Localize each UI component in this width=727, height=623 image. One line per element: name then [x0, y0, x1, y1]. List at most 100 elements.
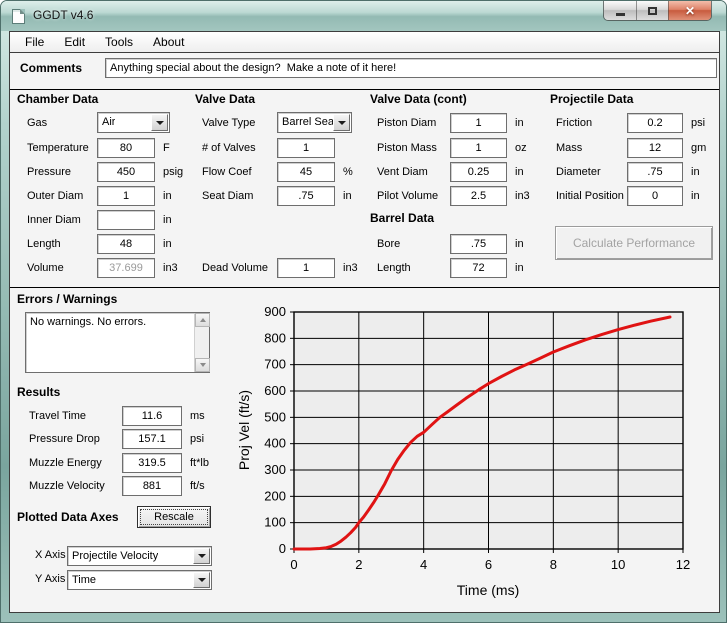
piston-mass-field[interactable]	[450, 138, 507, 158]
flow-coef-unit: %	[343, 166, 353, 178]
piston-diam-field[interactable]	[450, 113, 507, 133]
barrel-length-label: Length	[377, 262, 450, 274]
pressure-drop-field[interactable]	[122, 429, 182, 449]
valve-data-cont-title: Valve Data (cont)	[370, 92, 467, 106]
flow-coef-label: Flow Coef	[202, 166, 277, 178]
svg-text:500: 500	[264, 409, 286, 424]
scroll-down-button[interactable]	[195, 358, 210, 372]
bore-field[interactable]	[450, 234, 507, 254]
menubar: File Edit Tools About	[10, 32, 719, 53]
dead-volume-label: Dead Volume	[202, 262, 277, 274]
seat-diam-field[interactable]	[277, 186, 335, 206]
pilot-volume-field[interactable]	[450, 186, 507, 206]
svg-text:800: 800	[264, 330, 286, 345]
svg-text:900: 900	[264, 304, 286, 319]
volume-unit: in3	[163, 262, 178, 274]
temperature-field[interactable]	[97, 138, 155, 158]
errors-warnings-box[interactable]: No warnings. No errors.	[25, 312, 210, 373]
svg-text:4: 4	[420, 557, 427, 572]
volume-field	[97, 258, 155, 278]
chart-x-axis-title: Time (ms)	[457, 582, 519, 598]
gas-value: Air	[102, 116, 115, 128]
x-axis-select[interactable]: Projectile Velocity	[67, 546, 212, 566]
titlebar[interactable]: GGDT v4.6 ✕	[1, 1, 726, 31]
valve-type-value: Barrel Seal	[282, 116, 336, 128]
vent-diam-unit: in	[515, 166, 524, 178]
piston-diam-unit: in	[515, 117, 524, 129]
valve-type-select[interactable]: Barrel Seal	[277, 112, 352, 133]
scroll-up-icon	[200, 318, 206, 322]
mass-field[interactable]	[627, 138, 683, 158]
errors-warnings-title: Errors / Warnings	[17, 292, 117, 306]
initial-position-unit: in	[691, 190, 700, 202]
outer-diam-field[interactable]	[97, 186, 155, 206]
muzzle-velocity-field[interactable]	[122, 476, 182, 496]
menu-item-about[interactable]: About	[143, 33, 194, 51]
pressure-unit: psig	[163, 166, 183, 178]
x-axis-dropdown-button[interactable]	[193, 548, 210, 564]
maximize-button[interactable]	[636, 1, 668, 20]
chamber-data-title: Chamber Data	[17, 92, 98, 106]
gas-select[interactable]: Air	[97, 112, 170, 133]
valve-type-dropdown-button[interactable]	[333, 114, 350, 131]
dead-volume-unit: in3	[343, 262, 358, 274]
friction-label: Friction	[556, 117, 627, 129]
errors-scrollbar[interactable]	[194, 313, 209, 372]
client-area: File Edit Tools About Comments Chamber D…	[9, 31, 720, 613]
valve-data-title: Valve Data	[195, 92, 255, 106]
volume-label: Volume	[27, 262, 97, 274]
barrel-data-title: Barrel Data	[370, 211, 434, 225]
y-axis-select[interactable]: Time	[67, 570, 212, 590]
svg-text:300: 300	[264, 462, 286, 477]
bore-label: Bore	[377, 238, 450, 250]
chamber-length-label: Length	[27, 238, 97, 250]
projectile-data-title: Projectile Data	[550, 92, 633, 106]
x-axis-value: Projectile Velocity	[72, 550, 158, 562]
scroll-up-button[interactable]	[195, 313, 210, 327]
diameter-field[interactable]	[627, 162, 683, 182]
svg-text:100: 100	[264, 515, 286, 530]
app-window: GGDT v4.6 ✕ File Edit Tools About Commen…	[0, 0, 727, 623]
travel-time-label: Travel Time	[29, 410, 122, 422]
vent-diam-label: Vent Diam	[377, 166, 450, 178]
seat-diam-unit: in	[343, 190, 352, 202]
gas-dropdown-button[interactable]	[151, 114, 168, 131]
valve-type-label: Valve Type	[202, 117, 277, 129]
friction-field[interactable]	[627, 113, 683, 133]
initial-position-field[interactable]	[627, 186, 683, 206]
comments-input[interactable]	[105, 58, 717, 78]
piston-mass-unit: oz	[515, 142, 527, 154]
bore-unit: in	[515, 238, 524, 250]
minimize-button[interactable]	[604, 1, 636, 20]
close-button[interactable]: ✕	[668, 1, 711, 20]
y-axis-dropdown-button[interactable]	[193, 572, 210, 588]
pilot-volume-unit: in3	[515, 190, 530, 202]
maximize-icon	[648, 7, 657, 15]
pressure-field[interactable]	[97, 162, 155, 182]
num-valves-field[interactable]	[277, 138, 335, 158]
muzzle-energy-unit: ft*lb	[190, 457, 209, 469]
mass-label: Mass	[556, 142, 627, 154]
travel-time-field[interactable]	[122, 406, 182, 426]
svg-text:200: 200	[264, 488, 286, 503]
num-valves-label: # of Valves	[202, 142, 277, 154]
chamber-length-field[interactable]	[97, 234, 155, 254]
vent-diam-field[interactable]	[450, 162, 507, 182]
errors-warnings-text: No warnings. No errors.	[30, 316, 191, 328]
dead-volume-field[interactable]	[277, 258, 335, 278]
inner-diam-field[interactable]	[97, 210, 155, 230]
divider-line-top	[10, 89, 719, 90]
outer-diam-label: Outer Diam	[27, 190, 97, 202]
barrel-length-field[interactable]	[450, 258, 507, 278]
menu-item-tools[interactable]: Tools	[95, 33, 143, 51]
muzzle-energy-field[interactable]	[122, 453, 182, 473]
menu-item-file[interactable]: File	[15, 33, 54, 51]
barrel-length-unit: in	[515, 262, 524, 274]
rescale-button[interactable]: Rescale	[137, 506, 211, 528]
chart-svg: 0246810120100200300400500600700800900 Ti…	[234, 300, 718, 612]
flow-coef-field[interactable]	[277, 162, 335, 182]
muzzle-velocity-unit: ft/s	[190, 480, 205, 492]
plotted-data-axes-title: Plotted Data Axes	[17, 510, 119, 524]
menu-item-edit[interactable]: Edit	[54, 33, 95, 51]
chart-y-axis-title: Proj Vel (ft/s)	[236, 390, 252, 470]
